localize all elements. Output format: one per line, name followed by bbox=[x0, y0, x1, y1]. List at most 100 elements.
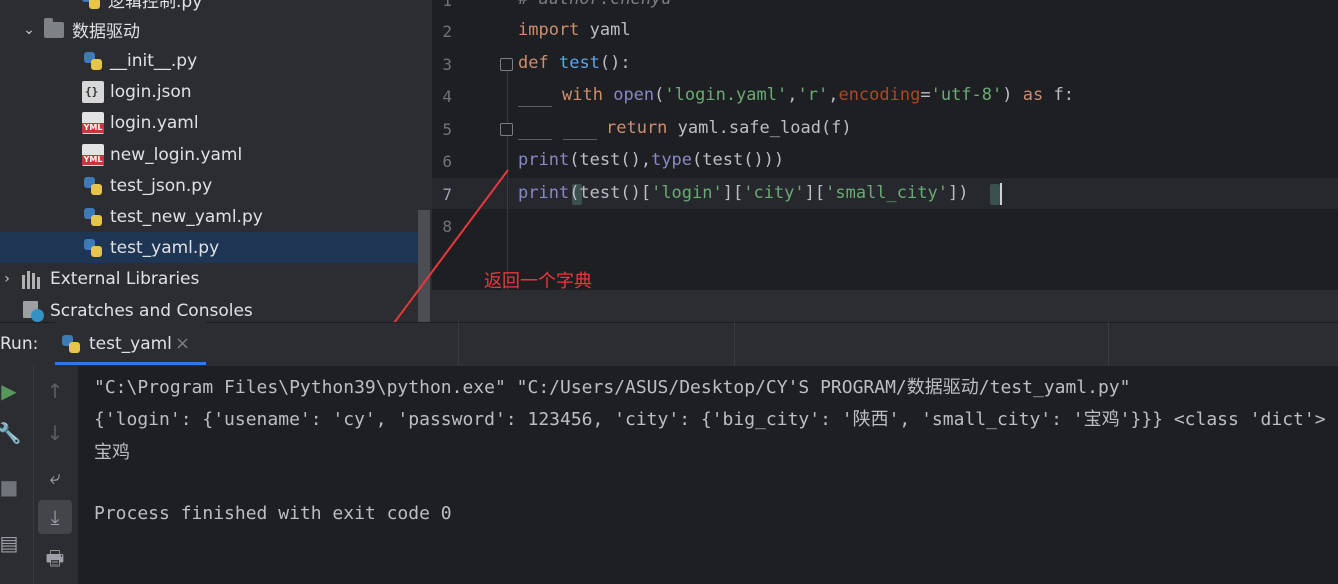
yaml-file-icon: YML bbox=[82, 143, 104, 166]
tree-item-label: External Libraries bbox=[50, 268, 200, 289]
tree-item-label: test_yaml.py bbox=[110, 237, 220, 258]
code-text: yaml.safe_load(f) bbox=[667, 118, 852, 138]
code-line-4: with open('login.yaml','r',encoding='utf… bbox=[562, 85, 1074, 105]
run-toolbar-primary: ▶ 🔧 ■ ▤ bbox=[0, 366, 33, 584]
code-line-2: import yaml bbox=[518, 20, 631, 40]
console-line-command: "C:\Program Files\Python39\python.exe" "… bbox=[94, 377, 1131, 398]
indent-marker bbox=[518, 106, 552, 107]
divider bbox=[1108, 322, 1109, 366]
bracket-match-highlight bbox=[990, 184, 1000, 205]
code-text: ) bbox=[1002, 85, 1023, 105]
tree-item-label: 数据驱动 bbox=[72, 22, 140, 42]
line-number: 3 bbox=[442, 55, 452, 74]
tree-item-login-yaml[interactable]: YML login.yaml bbox=[0, 107, 432, 138]
console-line-value: 宝鸡 bbox=[94, 442, 130, 463]
library-icon bbox=[22, 269, 44, 289]
tree-item-external-libraries[interactable]: › External Libraries bbox=[0, 263, 432, 294]
layout-icon[interactable]: ▤ bbox=[0, 526, 26, 560]
fold-icon[interactable] bbox=[500, 58, 513, 71]
tree-item-label: new_login.yaml bbox=[110, 144, 243, 165]
line-number: 6 bbox=[442, 152, 452, 171]
code-text: = bbox=[920, 85, 931, 105]
print-icon[interactable]: 🖶 bbox=[38, 544, 72, 578]
annotation-label: 返回一个字典 bbox=[484, 271, 592, 292]
code-text: ][ bbox=[804, 183, 826, 203]
code-string: 'login.yaml' bbox=[664, 85, 788, 105]
tree-item-label: __init__.py bbox=[110, 50, 198, 71]
run-label: Run: bbox=[0, 334, 39, 354]
python-file-icon bbox=[82, 206, 104, 228]
tree-item-label: login.yaml bbox=[110, 112, 199, 133]
tree-item-label: test_json.py bbox=[110, 175, 213, 196]
code-text: (test(), bbox=[569, 150, 652, 170]
code-keyword: def bbox=[518, 53, 549, 73]
active-tab-indicator bbox=[55, 362, 206, 365]
code-keyword: import bbox=[518, 20, 580, 40]
code-line-5: return yaml.safe_load(f) bbox=[606, 118, 852, 138]
chevron-right-icon[interactable]: › bbox=[0, 271, 14, 287]
arrow-up-icon[interactable]: ↑ bbox=[38, 374, 72, 408]
python-file-icon bbox=[82, 50, 104, 72]
code-string: 'small_city' bbox=[825, 183, 948, 203]
soft-wrap-icon[interactable]: ⤶ bbox=[38, 460, 72, 494]
code-string: 'login' bbox=[651, 183, 723, 203]
code-builtin: type bbox=[651, 150, 693, 170]
python-file-icon bbox=[80, 0, 102, 11]
code-line-3: def test(): bbox=[518, 53, 631, 73]
python-file-icon bbox=[82, 237, 104, 259]
tree-scrollbar[interactable] bbox=[418, 210, 430, 322]
arrow-down-icon[interactable]: ↓ bbox=[38, 416, 72, 450]
tree-item-login-json[interactable]: {} login.json bbox=[0, 76, 432, 107]
stop-icon[interactable]: ■ bbox=[0, 470, 26, 504]
python-file-icon bbox=[82, 175, 104, 197]
code-keyword: with bbox=[562, 85, 603, 105]
code-builtin: open bbox=[613, 85, 655, 105]
code-text: ( bbox=[654, 85, 665, 105]
yaml-file-icon: YML bbox=[82, 111, 104, 134]
tree-item-init-py[interactable]: __init__.py bbox=[0, 45, 432, 76]
scratches-icon bbox=[22, 300, 44, 322]
code-line-1: # author:chenyu bbox=[518, 0, 672, 9]
folder-icon bbox=[44, 17, 64, 38]
scroll-to-end-icon[interactable]: ⤓ bbox=[38, 500, 72, 534]
code-text: (): bbox=[599, 53, 631, 73]
code-string: 'r' bbox=[797, 85, 829, 105]
tree-item-test-new-yaml-py[interactable]: test_new_yaml.py bbox=[0, 201, 432, 232]
code-keyword: return bbox=[606, 118, 668, 138]
tree-item-test-json-py[interactable]: test_json.py bbox=[0, 170, 432, 201]
divider bbox=[734, 322, 735, 366]
line-number: 5 bbox=[442, 120, 452, 139]
code-line-6: print(test(),type(test())) bbox=[518, 150, 784, 170]
rerun-icon[interactable]: ▶ bbox=[0, 374, 26, 408]
run-toolbar-secondary: ↑ ↓ ⤶ ⤓ 🖶 bbox=[33, 366, 79, 584]
code-editor[interactable] bbox=[508, 0, 1338, 290]
fold-icon[interactable] bbox=[500, 123, 513, 136]
console-line-dict-output: {'login': {'usename': 'cy', 'password': … bbox=[94, 409, 1326, 430]
tree-item-label: login.json bbox=[110, 81, 192, 102]
code-string: 'utf-8' bbox=[930, 85, 1003, 105]
code-builtin: print bbox=[518, 183, 570, 203]
code-text: , bbox=[787, 85, 798, 105]
line-number: 7 bbox=[442, 185, 452, 204]
tree-folder-data-driven[interactable]: ⌄ 数据驱动 bbox=[0, 14, 432, 45]
code-string: 'city' bbox=[743, 183, 805, 203]
close-icon[interactable]: × bbox=[175, 333, 190, 354]
code-text: ]) bbox=[947, 183, 969, 203]
chevron-down-icon[interactable]: ⌄ bbox=[20, 22, 38, 38]
code-builtin: print bbox=[518, 150, 570, 170]
line-number: 1 bbox=[442, 0, 452, 10]
editor-bottom-area bbox=[432, 290, 1338, 322]
divider bbox=[458, 322, 459, 366]
tree-item-new-login-yaml[interactable]: YML new_login.yaml bbox=[0, 139, 432, 170]
code-text: (test())) bbox=[692, 150, 785, 170]
tree-item-scratches[interactable]: Scratches and Consoles bbox=[0, 295, 432, 322]
wrench-icon[interactable]: 🔧 bbox=[0, 416, 26, 450]
tree-item-logic-control[interactable]: 逻辑控制.py bbox=[0, 0, 432, 15]
json-file-icon: {} bbox=[82, 80, 104, 103]
code-text: , bbox=[828, 85, 839, 105]
indent-marker bbox=[518, 139, 552, 140]
indent-guide bbox=[507, 60, 508, 290]
tree-item-test-yaml-py[interactable]: test_yaml.py bbox=[0, 232, 418, 263]
editor-gutter bbox=[432, 0, 508, 290]
